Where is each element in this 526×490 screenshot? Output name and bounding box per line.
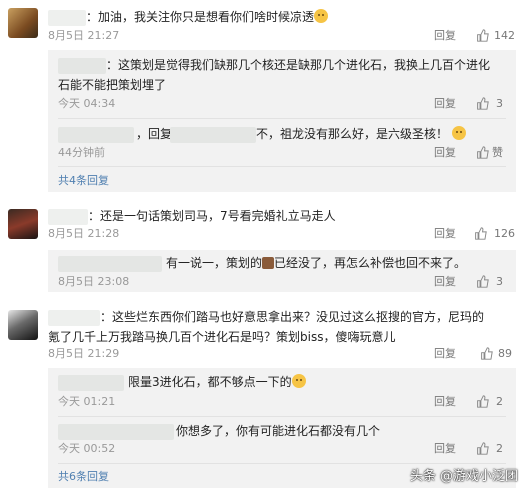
divider	[58, 463, 506, 464]
like-count: 89	[498, 347, 512, 360]
reply-text: 有一说一，策划的 已经没了，再怎么补偿也回不来了。	[166, 256, 467, 270]
reply-text: 限量3进化石，都不够点一下的	[128, 372, 306, 392]
like-count: 2	[496, 395, 503, 408]
like-icon[interactable]	[476, 275, 489, 288]
username[interactable]	[58, 256, 162, 272]
reply-button[interactable]: 回复	[434, 275, 456, 289]
reply-button[interactable]: 回复	[434, 347, 456, 361]
timestamp: 8月5日 21:29	[48, 347, 120, 360]
avatar-icon	[262, 257, 275, 269]
timestamp: 8月5日 21:28	[48, 227, 120, 240]
username[interactable]	[48, 209, 88, 225]
like-count: 142	[494, 29, 515, 42]
username[interactable]	[58, 58, 106, 74]
like-icon[interactable]	[476, 29, 489, 42]
username[interactable]	[48, 310, 100, 326]
comment-text: ：这些烂东西你们踏马也好意思拿出来？没见过这么抠搜的官方，尼玛的	[100, 310, 485, 324]
like-icon[interactable]	[476, 442, 489, 455]
watermark: 头条 @游戏小泛团	[409, 469, 518, 484]
view-all-replies-link[interactable]: 共4条回复	[58, 174, 109, 188]
timestamp: 8月5日 23:08	[58, 275, 130, 288]
username[interactable]	[58, 375, 124, 391]
comment-text-continued: 氪了几千上万我踏马换几百个进化石是吗？策划biss，傻嗨玩意儿	[48, 330, 396, 344]
reply-button[interactable]: 回复	[434, 442, 456, 456]
reply-to-username[interactable]	[170, 127, 256, 143]
avatar[interactable]	[8, 8, 38, 38]
reply-button[interactable]: 回复	[434, 97, 456, 111]
timestamp: 今天 01:21	[58, 395, 116, 408]
comment-text: ：加油，我关注你只是想看你们啥时候凉透	[86, 7, 329, 27]
avatar[interactable]	[8, 310, 38, 340]
comment-text: ：还是一句话策划司马，7号看完婚礼立马走人	[88, 209, 336, 223]
reply-button[interactable]: 回复	[434, 395, 456, 409]
view-all-replies-link[interactable]: 共6条回复	[58, 470, 109, 484]
timestamp: 8月5日 21:27	[48, 29, 120, 42]
divider	[58, 118, 506, 119]
emoji-icon	[314, 9, 329, 23]
like-icon[interactable]	[480, 347, 493, 360]
reply-text-continued: 石能不能把策划埋了	[58, 78, 167, 92]
emoji-icon	[451, 126, 466, 140]
timestamp: 44分钟前	[58, 146, 105, 159]
like-count: 126	[494, 227, 515, 240]
reply-button[interactable]: 回复	[434, 227, 456, 241]
timestamp: 今天 04:34	[58, 97, 116, 110]
like-label[interactable]: 赞	[492, 146, 503, 160]
divider	[58, 416, 506, 417]
like-count: 3	[496, 97, 503, 110]
like-icon[interactable]	[474, 227, 487, 240]
username[interactable]	[58, 127, 134, 143]
like-icon[interactable]	[476, 97, 489, 110]
emoji-icon	[291, 374, 306, 388]
like-count: 3	[496, 275, 503, 288]
reply-text: ，回复	[136, 127, 173, 141]
reply-button[interactable]: 回复	[434, 146, 456, 160]
reply-button[interactable]: 回复	[434, 29, 456, 43]
divider	[58, 166, 506, 167]
username[interactable]	[58, 424, 174, 440]
reply-text-continued: 不，祖龙没有那么好，是六级圣核！	[256, 124, 466, 144]
reply-text: ：这策划是觉得我们缺那几个核还是缺那几个进化石，我换上几百个进化	[106, 58, 491, 72]
timestamp: 今天 00:52	[58, 442, 116, 455]
like-icon[interactable]	[476, 395, 489, 408]
like-count: 2	[496, 442, 503, 455]
avatar[interactable]	[8, 209, 38, 239]
reply-text: 你想多了，你有可能进化石都没有几个	[176, 424, 381, 438]
like-icon[interactable]	[476, 146, 489, 159]
username[interactable]	[48, 10, 86, 26]
